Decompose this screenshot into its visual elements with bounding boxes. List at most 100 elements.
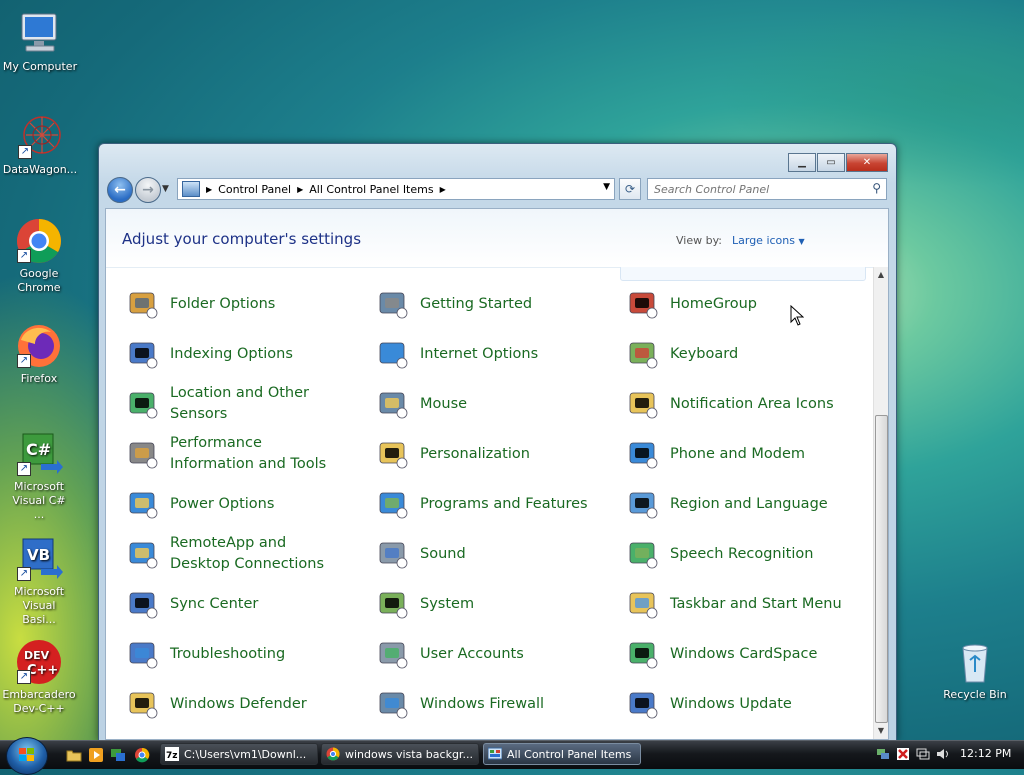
desktop-icon-google-chrome[interactable]: ↗ Google Chrome	[0, 217, 78, 295]
cp-item-label: Region and Language	[670, 495, 828, 512]
close-icon: ✕	[862, 157, 872, 168]
mouse-icon	[376, 387, 410, 421]
shortcut-arrow-icon: ↗	[17, 670, 31, 684]
desktop-icon-label: Embarcadero Dev-C++	[2, 688, 76, 715]
vertical-scrollbar[interactable]: ▲ ▼	[873, 267, 888, 739]
cp-item-internet-options[interactable]: Internet Options	[360, 329, 600, 379]
cp-item-windows-firewall[interactable]: Windows Firewall	[360, 679, 600, 729]
volume-icon[interactable]	[936, 747, 950, 761]
search-icon[interactable]: ⚲	[872, 181, 881, 195]
system-icon	[376, 587, 410, 621]
breadcrumb-control-panel[interactable]: Control Panel	[218, 183, 291, 196]
scroll-down-arrow-icon[interactable]: ▼	[874, 723, 888, 739]
cp-item-personalization[interactable]: Personalization	[360, 429, 600, 479]
desktop-icon-visual-basic[interactable]: VB ↗ Microsoft Visual Basi...	[0, 535, 78, 627]
scroll-up-arrow-icon[interactable]: ▲	[874, 267, 888, 283]
desktop-icon-visual-csharp[interactable]: C# ↗ Microsoft Visual C# ...	[0, 430, 78, 522]
table-row: RemoteApp and Desktop Connections Sound Sp…	[106, 529, 874, 579]
media-player-icon[interactable]	[88, 747, 104, 763]
cp-item-label: Windows CardSpace	[670, 645, 818, 662]
explorer-folder-icon[interactable]	[66, 747, 82, 763]
indexing-options-icon	[126, 337, 160, 371]
refresh-button[interactable]: ⟳	[619, 178, 641, 200]
cp-item-phone-and-modem[interactable]: Phone and Modem	[610, 429, 850, 479]
cp-item-label: Windows Firewall	[420, 695, 545, 712]
getting-started-icon	[376, 287, 410, 321]
shortcut-arrow-icon: ↗	[17, 249, 31, 263]
back-button[interactable]: ←	[107, 177, 133, 203]
network-connection-icon[interactable]	[916, 747, 930, 761]
control-panel-items: Folder Options Getting Started HomeGroup In…	[106, 267, 874, 739]
desktop-icon-datawagon[interactable]: ↗ DataWagon...	[0, 113, 80, 177]
start-button[interactable]	[6, 737, 48, 775]
cp-item-label: System	[420, 595, 475, 612]
table-row: Performance Information and Tools Persona…	[106, 429, 874, 479]
network-tray-icon[interactable]	[876, 747, 890, 761]
cp-item-troubleshooting[interactable]: Troubleshooting	[110, 629, 350, 679]
cp-item-indexing-options[interactable]: Indexing Options	[110, 329, 350, 379]
keyboard-icon	[626, 337, 660, 371]
control-panel-icon	[182, 181, 200, 197]
cp-item-label: Internet Options	[420, 345, 539, 362]
desktop-icon-firefox[interactable]: ↗ Firefox	[0, 322, 78, 386]
cp-item-windows-update[interactable]: Windows Update	[610, 679, 850, 729]
cp-item-user-accounts[interactable]: User Accounts	[360, 629, 600, 679]
cp-item-performance-information-and-tools[interactable]: Performance Information and Tools	[110, 429, 350, 479]
clock[interactable]: 12:12 PM	[960, 747, 1011, 760]
cp-item-getting-started[interactable]: Getting Started	[360, 279, 600, 329]
desktop-icon-recycle-bin[interactable]: Recycle Bin	[935, 638, 1015, 702]
address-dropdown-icon[interactable]: ▼	[603, 182, 610, 192]
cp-item-region-and-language[interactable]: Region and Language	[610, 479, 850, 529]
cp-item-sound[interactable]: Sound	[360, 529, 600, 579]
close-button[interactable]: ✕	[846, 153, 888, 172]
shortcut-arrow-icon: ↗	[17, 354, 31, 368]
minimize-button[interactable]: ▁	[788, 153, 816, 172]
forward-button[interactable]: →	[135, 177, 161, 203]
cp-item-homegroup[interactable]: HomeGroup	[610, 279, 850, 329]
cp-item-location-and-other-sensors[interactable]: Location and Other Sensors	[110, 379, 350, 429]
cp-item-speech-recognition[interactable]: Speech Recognition	[610, 529, 850, 579]
chevron-right-icon[interactable]: ▶	[440, 185, 446, 194]
table-row: Troubleshooting User Accounts Windows Card…	[106, 629, 874, 679]
header-band: Adjust your computer's settings View by:…	[106, 209, 888, 268]
security-alert-icon[interactable]	[896, 747, 910, 761]
partial-item-icon	[637, 267, 671, 272]
cp-item-notification-area-icons[interactable]: Notification Area Icons	[610, 379, 850, 429]
cp-item-programs-and-features[interactable]: Programs and Features	[360, 479, 600, 529]
cp-item-power-options[interactable]: Power Options	[110, 479, 350, 529]
cp-item-sync-center[interactable]: Sync Center	[110, 579, 350, 629]
breadcrumb-all-items[interactable]: All Control Panel Items	[309, 183, 433, 196]
chrome-quicklaunch-icon[interactable]	[134, 747, 150, 763]
taskbar-item-explorer[interactable]: 7z C:\Users\vm1\Downl...	[160, 743, 318, 765]
cp-item-windows-cardspace[interactable]: Windows CardSpace	[610, 629, 850, 679]
desktop-icon-label: DataWagon...	[2, 163, 78, 176]
cp-item-keyboard[interactable]: Keyboard	[610, 329, 850, 379]
notification-area-icons-icon	[626, 387, 660, 421]
view-by-selector[interactable]: Large icons ▼	[732, 234, 805, 247]
chevron-right-icon[interactable]: ▶	[297, 185, 303, 194]
sync-center-icon	[126, 587, 160, 621]
recent-pages-dropdown[interactable]: ▼	[162, 184, 169, 194]
cp-item-system[interactable]: System	[360, 579, 600, 629]
cp-item-remoteapp-and-desktop-connections[interactable]: RemoteApp and Desktop Connections	[110, 529, 350, 579]
desktop-icon-my-computer[interactable]: My Computer	[0, 10, 80, 74]
table-row: Indexing Options Internet Options Keyboard	[106, 329, 874, 379]
cp-item-mouse[interactable]: Mouse	[360, 379, 600, 429]
cp-item-label: HomeGroup	[670, 295, 757, 312]
cp-item-folder-options[interactable]: Folder Options	[110, 279, 350, 329]
network-icon[interactable]	[110, 747, 126, 763]
taskbar-item-control-panel[interactable]: All Control Panel Items	[483, 743, 641, 765]
cp-item-label: Power Options	[170, 495, 275, 512]
speech-recognition-icon	[626, 537, 660, 571]
svg-text:VB: VB	[27, 546, 50, 564]
cp-item-taskbar-and-start-menu[interactable]: Taskbar and Start Menu	[610, 579, 850, 629]
scrollbar-thumb[interactable]	[875, 415, 888, 723]
desktop-icon-label: Firefox	[20, 372, 58, 385]
desktop-icon-dev-cpp[interactable]: DEV C++ ↗ Embarcadero Dev-C++	[0, 638, 78, 716]
address-bar[interactable]: ▶ Control Panel ▶ All Control Panel Item…	[177, 178, 615, 200]
chevron-right-icon[interactable]: ▶	[206, 185, 212, 194]
cp-item-windows-defender[interactable]: Windows Defender	[110, 679, 350, 729]
taskbar-item-chrome[interactable]: windows vista backgr...	[321, 743, 479, 765]
search-input[interactable]	[652, 179, 856, 199]
maximize-button[interactable]: ▭	[817, 153, 845, 172]
